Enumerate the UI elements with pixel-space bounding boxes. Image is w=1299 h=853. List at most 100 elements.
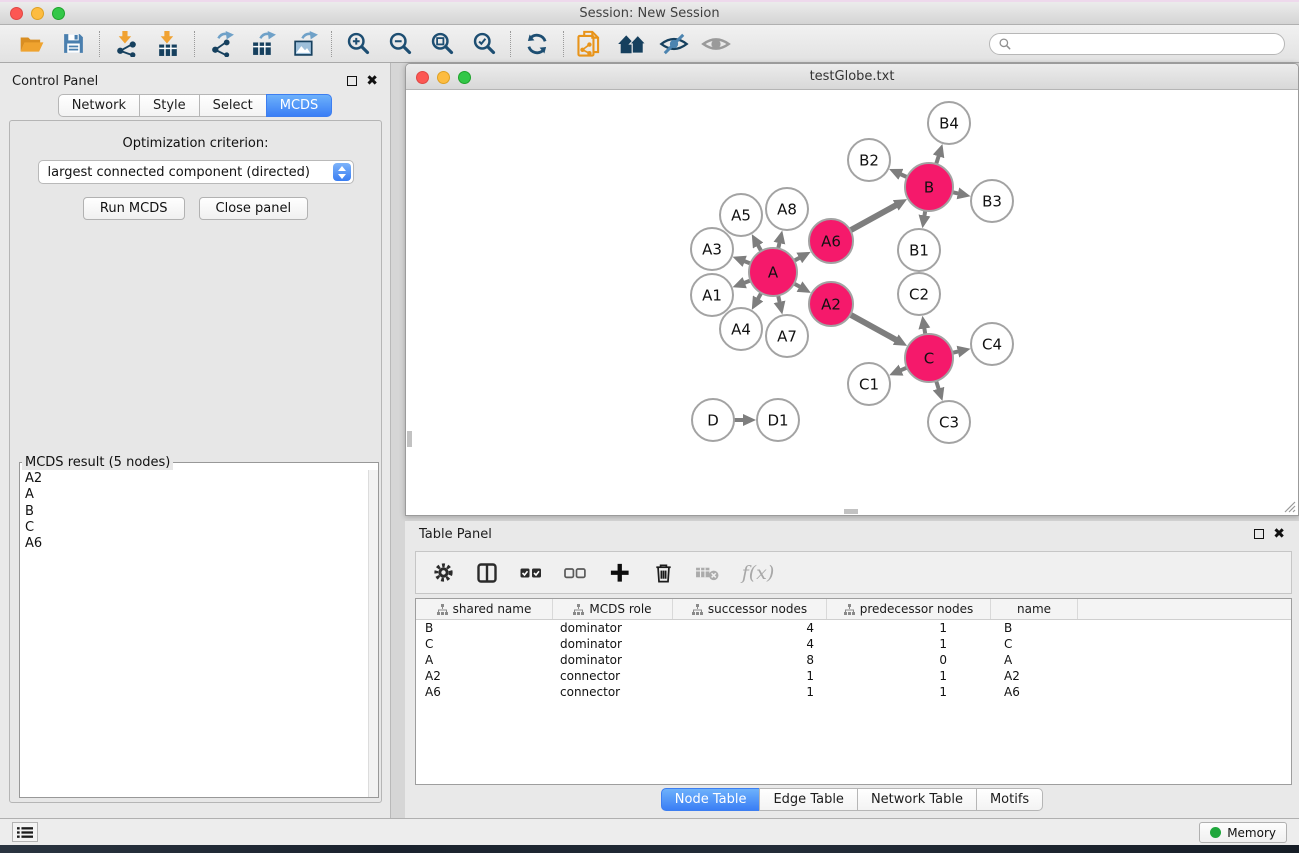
node-B3[interactable]: B3 xyxy=(971,180,1013,222)
add-column-button[interactable] xyxy=(602,556,636,590)
node-A2[interactable]: A2 xyxy=(809,282,853,326)
node-B1[interactable]: B1 xyxy=(898,229,940,271)
node-C3[interactable]: C3 xyxy=(928,401,970,443)
deselect-all-button[interactable] xyxy=(558,556,592,590)
refresh-view-button[interactable] xyxy=(516,28,558,60)
tab-edge-table[interactable]: Edge Table xyxy=(759,788,857,811)
mcds-result-item[interactable]: A xyxy=(25,487,368,503)
zoom-window-button[interactable] xyxy=(52,7,65,20)
close-panel-icon[interactable]: ✖ xyxy=(366,76,378,86)
node-D1[interactable]: D1 xyxy=(757,399,799,441)
tab-style[interactable]: Style xyxy=(139,94,200,117)
zoom-in-button[interactable] xyxy=(337,28,379,60)
mcds-result-item[interactable]: A2 xyxy=(25,471,368,487)
delete-table-button[interactable] xyxy=(690,556,724,590)
table-row[interactable]: Adominator80A xyxy=(416,652,1291,668)
node-A4[interactable]: A4 xyxy=(720,308,762,350)
function-builder-button[interactable]: f(x) xyxy=(734,556,782,590)
zoom-out-button[interactable] xyxy=(379,28,421,60)
table-row[interactable]: Cdominator41C xyxy=(416,636,1291,652)
network-vertical-scroll-thumb[interactable] xyxy=(407,431,412,447)
tab-network[interactable]: Network xyxy=(58,94,140,117)
toggle-panel-button[interactable] xyxy=(470,556,504,590)
tab-node-table[interactable]: Node Table xyxy=(661,788,761,811)
result-scrollbar[interactable] xyxy=(368,470,378,797)
node-A5[interactable]: A5 xyxy=(720,194,762,236)
table-row[interactable]: A2connector11A2 xyxy=(416,668,1291,684)
minimize-window-button[interactable] xyxy=(31,7,44,20)
zoom-selected-icon xyxy=(471,30,498,57)
tab-network-table[interactable]: Network Table xyxy=(857,788,977,811)
node-D[interactable]: D xyxy=(692,399,734,441)
mcds-result-item[interactable]: C xyxy=(25,520,368,536)
column-header-successor-nodes[interactable]: successor nodes xyxy=(673,599,827,619)
tab-select[interactable]: Select xyxy=(199,94,267,117)
search-input[interactable] xyxy=(1012,35,1276,52)
hide-selected-button[interactable] xyxy=(653,28,695,60)
tab-mcds[interactable]: MCDS xyxy=(266,94,333,117)
table-row[interactable]: A6connector11A6 xyxy=(416,684,1291,700)
node-C1[interactable]: C1 xyxy=(848,363,890,405)
show-all-button[interactable] xyxy=(695,28,737,60)
export-table-button[interactable] xyxy=(242,28,284,60)
close-window-button[interactable] xyxy=(10,7,23,20)
network-minimize-button[interactable] xyxy=(437,71,450,84)
criterion-select[interactable]: largest connected component (directed) xyxy=(38,160,354,184)
resize-grip-icon[interactable] xyxy=(1282,499,1296,513)
network-horizontal-scroll-thumb[interactable] xyxy=(844,509,858,514)
network-zoom-button[interactable] xyxy=(458,71,471,84)
node-C4[interactable]: C4 xyxy=(971,323,1013,365)
first-neighbors-button[interactable] xyxy=(611,28,653,60)
table-cell: A xyxy=(416,653,553,667)
table-row[interactable]: Bdominator41B xyxy=(416,620,1291,636)
new-network-from-selection-button[interactable] xyxy=(569,28,611,60)
export-network-icon xyxy=(208,30,235,57)
workspace: Control Panel ✖ NetworkStyleSelectMCDS O… xyxy=(0,63,1299,818)
save-session-button[interactable] xyxy=(52,28,94,60)
search-field[interactable] xyxy=(989,33,1285,55)
node-B2[interactable]: B2 xyxy=(848,139,890,181)
table-cell: 8 xyxy=(673,653,827,667)
node-label: A2 xyxy=(821,296,841,314)
node-A1[interactable]: A1 xyxy=(691,274,733,316)
tab-motifs[interactable]: Motifs xyxy=(976,788,1043,811)
network-window-titlebar[interactable]: testGlobe.txt xyxy=(406,64,1298,90)
mcds-result-item[interactable]: A6 xyxy=(25,536,368,552)
column-header-predecessor-nodes[interactable]: predecessor nodes xyxy=(827,599,991,619)
zoom-selected-button[interactable] xyxy=(463,28,505,60)
node-B[interactable]: B xyxy=(905,163,953,211)
network-close-button[interactable] xyxy=(416,71,429,84)
node-A7[interactable]: A7 xyxy=(766,315,808,357)
export-network-button[interactable] xyxy=(200,28,242,60)
table-panel-title: Table Panel xyxy=(419,527,492,542)
node-C[interactable]: C xyxy=(905,334,953,382)
memory-button[interactable]: Memory xyxy=(1199,822,1287,843)
node-A8[interactable]: A8 xyxy=(766,188,808,230)
select-all-button[interactable] xyxy=(514,556,548,590)
node-B4[interactable]: B4 xyxy=(928,102,970,144)
float-panel-icon[interactable] xyxy=(347,76,357,86)
mcds-result-item[interactable]: B xyxy=(25,504,368,520)
node-A[interactable]: A xyxy=(749,248,797,296)
node-A6[interactable]: A6 xyxy=(809,219,853,263)
close-panel-button[interactable]: Close panel xyxy=(199,197,309,220)
task-history-button[interactable] xyxy=(12,822,38,842)
delete-column-button[interactable] xyxy=(646,556,680,590)
zoom-fit-button[interactable] xyxy=(421,28,463,60)
run-mcds-button[interactable]: Run MCDS xyxy=(83,197,185,220)
node-C2[interactable]: C2 xyxy=(898,273,940,315)
open-session-button[interactable] xyxy=(10,28,52,60)
table-settings-button[interactable] xyxy=(426,556,460,590)
column-header-name[interactable]: name xyxy=(991,599,1078,619)
import-network-button[interactable] xyxy=(105,28,147,60)
node-A3[interactable]: A3 xyxy=(691,228,733,270)
column-header-shared-name[interactable]: shared name xyxy=(416,599,553,619)
control-panel-header: Control Panel ✖ xyxy=(0,68,390,94)
float-table-panel-icon[interactable] xyxy=(1254,529,1264,539)
import-table-button[interactable] xyxy=(147,28,189,60)
column-header-MCDS-role[interactable]: MCDS role xyxy=(553,599,673,619)
close-table-panel-icon[interactable]: ✖ xyxy=(1273,529,1285,539)
export-image-button[interactable] xyxy=(284,28,326,60)
trash-icon xyxy=(652,561,675,584)
network-canvas[interactable]: B4 B2 B B3 A8A5 A6 A3 B1 A A1 C2 A2 A4A7 C4 C C1 D D1 C3 xyxy=(407,91,1297,514)
